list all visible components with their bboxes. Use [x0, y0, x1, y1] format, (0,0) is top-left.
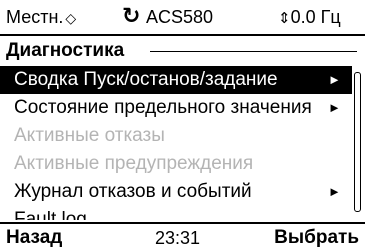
- menu-item-label: Активные предупреждения: [14, 153, 254, 174]
- diamond-icon: ◇: [65, 10, 77, 26]
- menu-item-active-warnings[interactable]: Активные предупреждения: [0, 150, 352, 178]
- bottom-bar: Назад 23:31 Выбрать: [0, 222, 365, 250]
- menu-item-fault-event-log[interactable]: Журнал отказов и событий ►: [0, 178, 352, 206]
- control-location[interactable]: Местн. ◇: [6, 6, 76, 29]
- menu-item-label: Fault log: [14, 209, 87, 220]
- menu-item-label: Состояние предельного значения: [14, 97, 312, 118]
- menu-item-active-faults[interactable]: Активные отказы: [0, 122, 352, 150]
- submenu-arrow-icon: ►: [328, 72, 341, 87]
- menu-item-label: Журнал отказов и событий: [14, 181, 252, 202]
- reference-value[interactable]: ⇕0.0 Гц: [278, 6, 341, 30]
- back-softkey[interactable]: Назад: [6, 226, 62, 250]
- menu-item-label: Активные отказы: [14, 125, 165, 146]
- control-location-label: Местн.: [6, 7, 64, 27]
- submenu-arrow-icon: ►: [328, 100, 341, 115]
- reference-label: 0.0 Гц: [290, 7, 341, 27]
- title-row: Диагностика: [0, 38, 365, 64]
- page-title: Диагностика: [6, 40, 125, 61]
- submenu-arrow-icon: ►: [328, 184, 341, 199]
- status-bar: Местн. ◇ ↻ ACS580 ⇕0.0 Гц: [0, 0, 365, 36]
- menu-list: Сводка Пуск/останов/задание ► Состояние …: [0, 66, 352, 220]
- menu-item-label: Сводка Пуск/останов/задание: [14, 69, 278, 90]
- rotation-direction-icon: ↻: [122, 3, 141, 28]
- title-divider: [150, 51, 357, 52]
- drive-name: ACS580: [146, 7, 214, 27]
- menu-item-limit-status[interactable]: Состояние предельного значения ►: [0, 94, 352, 122]
- scrollbar[interactable]: [354, 72, 361, 212]
- menu-item-partial[interactable]: Fault log: [0, 206, 352, 220]
- clock: 23:31: [155, 228, 201, 248]
- menu-item-start-stop-summary[interactable]: Сводка Пуск/останов/задание ►: [0, 66, 352, 94]
- control-panel-screen: Местн. ◇ ↻ ACS580 ⇕0.0 Гц Диагностика Сво…: [0, 0, 365, 248]
- up-down-icon: ⇕: [278, 10, 291, 27]
- select-softkey[interactable]: Выбрать: [274, 226, 359, 250]
